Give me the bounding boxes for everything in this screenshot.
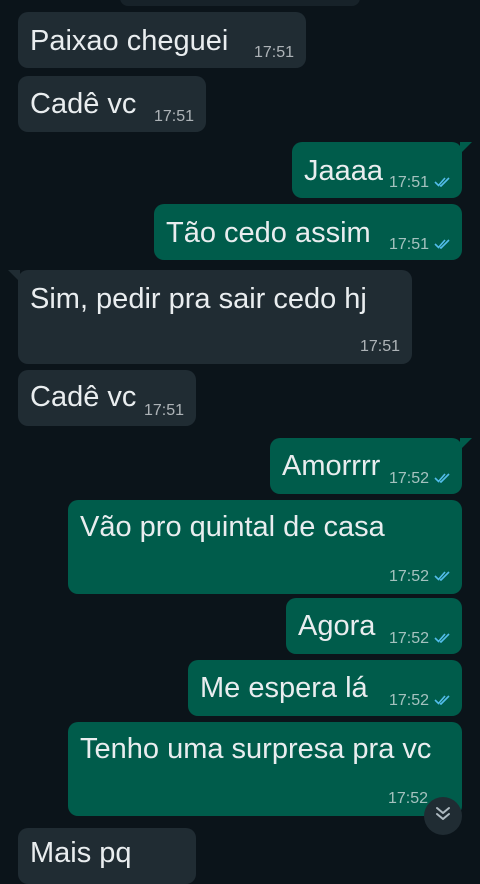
message-meta: 17:52 xyxy=(389,470,452,488)
chat-conversation[interactable]: Paixao cheguei 17:51 Cadê vc 17:51 Jaaaa… xyxy=(0,0,480,884)
message-incoming[interactable]: Paixao cheguei 17:51 xyxy=(18,12,306,68)
message-text: Me espera lá xyxy=(200,672,368,704)
message-incoming[interactable]: Mais pq xyxy=(18,828,196,884)
message-time: 17:51 xyxy=(388,174,429,191)
message-meta: 17:51 xyxy=(389,236,452,254)
message-text: Paixao cheguei xyxy=(30,25,229,57)
message-text: Cadê vc xyxy=(30,381,137,413)
message-time: 17:52 xyxy=(388,630,429,647)
message-time: 17:51 xyxy=(143,402,184,419)
double-check-icon xyxy=(434,630,452,648)
message-time: 17:52 xyxy=(388,568,429,585)
message-text: Jaaaa xyxy=(304,155,384,187)
message-text: Tão cedo assim xyxy=(166,217,371,249)
message-text: Mais pq xyxy=(30,837,132,869)
message-text: Amorrrr xyxy=(282,450,381,482)
message-outgoing[interactable]: Amorrrr 17:52 xyxy=(270,438,472,494)
message-time: 17:51 xyxy=(253,44,294,61)
message-meta: 17:52 xyxy=(389,692,452,710)
double-check-icon xyxy=(434,568,452,586)
previous-message-fragment xyxy=(120,0,360,6)
message-time: 17:52 xyxy=(388,470,429,487)
message-time: 17:51 xyxy=(153,108,194,125)
double-check-icon xyxy=(434,174,452,192)
message-incoming[interactable]: Cadê vc 17:51 xyxy=(18,370,196,426)
message-outgoing[interactable]: Tão cedo assim 17:51 xyxy=(154,204,462,260)
chevron-double-down-icon xyxy=(434,806,452,827)
bubble-tail xyxy=(460,142,472,154)
message-time: 17:52 xyxy=(388,692,429,709)
message-outgoing[interactable]: Agora 17:52 xyxy=(286,598,462,654)
double-check-icon xyxy=(434,236,452,254)
message-meta: 17:52 xyxy=(389,568,452,586)
message-text: Agora xyxy=(298,610,376,642)
message-outgoing[interactable]: Jaaaa 17:51 xyxy=(292,142,472,198)
message-text: Sim, pedir pra sair cedo hj xyxy=(30,283,367,315)
message-text: Tenho uma surpresa pra vc xyxy=(80,733,432,765)
double-check-icon xyxy=(434,692,452,710)
message-text: Cadê vc xyxy=(30,88,137,120)
bubble-tail xyxy=(8,270,20,282)
message-text: Vão pro quintal de casa xyxy=(80,511,385,543)
message-incoming[interactable]: Sim, pedir pra sair cedo hj 17:51 xyxy=(8,270,412,364)
bubble-tail xyxy=(460,438,472,450)
message-incoming[interactable]: Cadê vc 17:51 xyxy=(18,76,206,132)
message-time: 17:52 xyxy=(387,790,428,807)
message-time: 17:51 xyxy=(359,338,400,355)
message-meta: 17:51 xyxy=(389,174,452,192)
message-outgoing[interactable]: Tenho uma surpresa pra vc 17:52 xyxy=(68,722,462,816)
message-time: 17:51 xyxy=(388,236,429,253)
message-outgoing[interactable]: Me espera lá 17:52 xyxy=(188,660,462,716)
double-check-icon xyxy=(434,470,452,488)
message-outgoing[interactable]: Vão pro quintal de casa 17:52 xyxy=(68,500,462,594)
message-meta: 17:52 xyxy=(389,630,452,648)
message-meta: 17:52 xyxy=(388,790,428,808)
scroll-to-bottom-button[interactable] xyxy=(424,797,462,835)
